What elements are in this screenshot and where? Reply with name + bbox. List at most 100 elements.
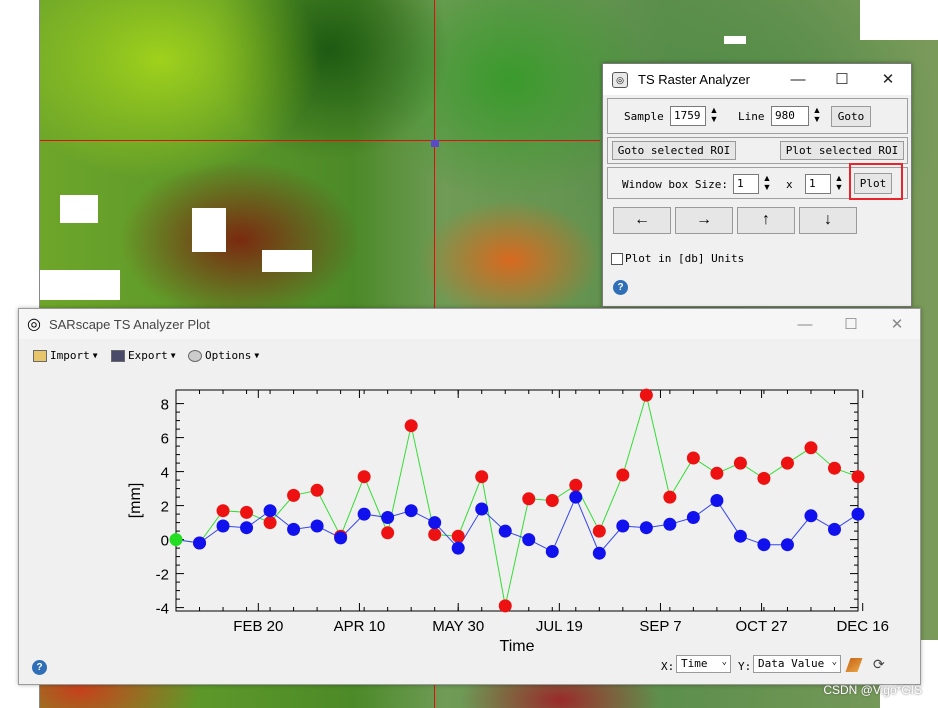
data-point-0 <box>592 524 606 538</box>
data-point-1 <box>780 538 794 552</box>
app-icon: ◎ <box>612 71 628 88</box>
x-axis-select[interactable]: Time ⌄ <box>676 655 731 673</box>
data-point-1 <box>522 533 536 547</box>
data-point-1 <box>498 524 512 538</box>
data-point-1 <box>216 519 230 533</box>
data-point-0 <box>216 504 230 518</box>
data-point-0 <box>522 492 536 506</box>
data-point-0 <box>710 466 724 480</box>
data-point-1 <box>686 511 700 524</box>
help-icon[interactable]: ? <box>613 280 628 295</box>
goto-selected-roi-button[interactable]: Goto selected ROI <box>612 141 736 160</box>
line-label: Line <box>738 110 765 123</box>
crosshair-center <box>431 140 439 147</box>
highlight-box <box>849 163 903 200</box>
box-height-input[interactable]: 1 <box>805 174 831 194</box>
y-tick-label: -4 <box>156 601 169 618</box>
y-axis-select[interactable]: Data Value ⌄ <box>753 655 841 673</box>
close-icon[interactable]: ✕ <box>865 64 911 95</box>
data-point-0 <box>616 468 630 482</box>
data-point-1 <box>475 502 489 516</box>
line-input[interactable]: 980 <box>771 106 809 126</box>
data-point-1 <box>757 538 771 552</box>
plot-selected-roi-button[interactable]: Plot selected ROI <box>780 141 904 160</box>
brush-icon[interactable] <box>845 658 863 672</box>
data-point-0 <box>686 451 700 465</box>
data-point-0 <box>851 470 865 484</box>
arrow-left-button[interactable]: ← <box>613 207 671 234</box>
y-tick-label: 2 <box>161 499 169 516</box>
ts-analyzer-plot-window: ◎ SARscape TS Analyzer Plot — ☐ ✕ Import… <box>18 308 921 685</box>
nodata-blob <box>192 208 226 252</box>
data-point-0 <box>804 441 818 455</box>
data-point-1 <box>404 504 418 518</box>
x-axis-title: Time <box>500 638 535 654</box>
data-point-0 <box>357 470 371 484</box>
data-point-1 <box>545 545 559 558</box>
x-tick-label: SEP 7 <box>639 618 681 635</box>
data-point-1 <box>240 521 254 535</box>
db-units-checkbox[interactable] <box>611 253 623 265</box>
data-point-1 <box>381 511 395 524</box>
nodata-blob <box>262 250 312 272</box>
y-tick-label: -2 <box>156 567 169 584</box>
db-units-label: Plot in [db] Units <box>625 252 745 265</box>
data-point-0 <box>475 470 489 484</box>
ts-raster-analyzer-window: ◎ TS Raster Analyzer — ☐ ✕ Sample 1759 ▲… <box>602 63 912 307</box>
vertical-scrollbar[interactable] <box>910 343 920 683</box>
data-point-0 <box>780 456 794 470</box>
plot-area <box>175 389 859 612</box>
y-tick-label: 8 <box>161 397 169 414</box>
arrow-right-button[interactable]: → <box>675 207 733 234</box>
data-point-1 <box>310 519 324 533</box>
nodata-blob <box>40 270 120 300</box>
x-tick-label: DEC 16 <box>836 618 889 635</box>
data-point-1 <box>287 522 301 536</box>
x-tick-label: FEB 20 <box>233 618 283 635</box>
position-group: Sample 1759 ▲ ▼ Line 980 ▲ ▼ Goto <box>607 98 908 134</box>
x-tick-label: JUL 19 <box>536 618 583 635</box>
help-icon[interactable]: ? <box>32 660 47 675</box>
sample-label: Sample <box>624 110 664 123</box>
window-box-label: Window box Size: <box>622 178 728 191</box>
ts-titlebar[interactable]: ◎ TS Raster Analyzer — ☐ ✕ <box>603 64 911 95</box>
line-spinner-icon[interactable]: ▲ ▼ <box>810 106 824 126</box>
data-point-1 <box>733 529 747 543</box>
box-width-input[interactable]: 1 <box>733 174 759 194</box>
data-point-0 <box>757 471 771 485</box>
box-height-spinner-icon[interactable]: ▲ ▼ <box>832 174 846 194</box>
data-point-0 <box>451 529 465 543</box>
chevron-down-icon: ⌄ <box>831 657 837 667</box>
arrow-down-button[interactable]: ↓ <box>799 207 857 234</box>
maximize-icon[interactable]: ☐ <box>819 64 865 95</box>
data-point-1 <box>193 536 207 550</box>
x-tick-label: MAY 30 <box>432 618 484 635</box>
data-point-0 <box>404 419 418 433</box>
box-width-spinner-icon[interactable]: ▲ ▼ <box>760 174 774 194</box>
data-point-0 <box>545 494 559 507</box>
y-axis-prefix: Y: <box>738 660 752 673</box>
data-point-1 <box>263 504 277 518</box>
data-point-1 <box>592 546 606 560</box>
data-point-0 <box>827 461 841 475</box>
data-point-1 <box>334 531 348 545</box>
sample-input[interactable]: 1759 <box>670 106 706 126</box>
data-point-1 <box>710 494 724 507</box>
time-series-chart[interactable]: 8 6 4 2 0 -2 -4 FEB 20 APR 10 MAY 30 JUL 19 SEP 7 OC… <box>19 309 909 654</box>
data-point-1 <box>827 522 841 536</box>
y-tick-label: 4 <box>161 465 169 482</box>
start-point <box>169 533 183 547</box>
nodata-blob <box>860 0 938 40</box>
data-point-1 <box>851 507 865 521</box>
chevron-down-icon: ⌄ <box>721 657 727 667</box>
goto-button[interactable]: Goto <box>831 106 871 127</box>
arrow-up-button[interactable]: ↑ <box>737 207 795 234</box>
data-point-0 <box>663 490 677 504</box>
data-point-1 <box>663 517 677 531</box>
data-point-0 <box>263 516 277 530</box>
data-point-1 <box>569 490 583 504</box>
sample-spinner-icon[interactable]: ▲ ▼ <box>707 106 721 126</box>
refresh-icon[interactable]: ⟳ <box>873 656 885 673</box>
minimize-icon[interactable]: — <box>775 64 821 95</box>
x-tick-label: OCT 27 <box>735 618 787 635</box>
